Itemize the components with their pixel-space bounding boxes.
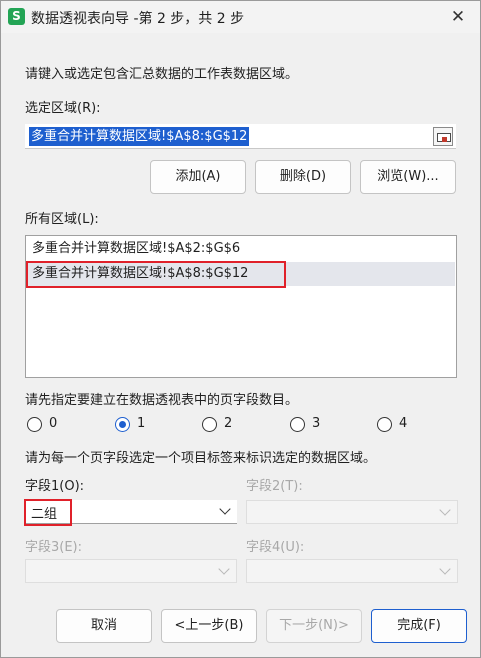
selected-region-label: 选定区域(R): xyxy=(25,101,101,116)
chevron-down-icon[interactable] xyxy=(219,503,231,515)
page-field-radio-4[interactable] xyxy=(377,417,392,432)
close-icon[interactable]: ✕ xyxy=(436,1,480,33)
page-field-radio-4-label: 4 xyxy=(399,416,408,431)
field3-label: 字段3(E): xyxy=(25,540,83,555)
page-field-radio-2[interactable] xyxy=(202,417,217,432)
finish-button[interactable]: 完成(F) xyxy=(371,609,467,643)
page-field-radio-0[interactable] xyxy=(27,417,42,432)
instruction-select-range: 请键入或选定包含汇总数据的工作表数据区域。 xyxy=(25,67,299,82)
add-button[interactable]: 添加(A) xyxy=(150,160,246,194)
highlight-box xyxy=(24,499,72,526)
browse-button[interactable]: 浏览(W)... xyxy=(360,160,456,194)
field3-combo xyxy=(25,559,237,583)
field4-combo xyxy=(246,559,458,583)
prev-step-button[interactable]: <上一步(B) xyxy=(161,609,257,643)
all-regions-label: 所有区域(L): xyxy=(25,212,99,227)
list-item[interactable]: 多重合并计算数据区域!$A$2:$G$6 xyxy=(27,237,455,261)
chevron-down-icon xyxy=(439,563,451,575)
collapse-dialog-icon[interactable] xyxy=(433,127,453,146)
window-title: 数据透视表向导 -第 2 步，共 2 步 xyxy=(31,11,245,27)
page-field-radio-2-label: 2 xyxy=(224,416,233,431)
highlight-box xyxy=(26,261,286,288)
delete-button[interactable]: 删除(D) xyxy=(255,160,351,194)
field2-combo xyxy=(246,500,458,524)
instruction-field-labels: 请为每一个页字段选定一个项目标签来标识选定的数据区域。 xyxy=(25,451,377,466)
next-step-button: 下一步(N)> xyxy=(266,609,362,643)
page-field-radio-1[interactable] xyxy=(115,417,130,432)
page-field-radio-0-label: 0 xyxy=(49,416,58,431)
cancel-button[interactable]: 取消 xyxy=(56,609,152,643)
all-regions-list[interactable]: 多重合并计算数据区域!$A$2:$G$6 多重合并计算数据区域!$A$8:$G$… xyxy=(25,235,457,378)
field4-label: 字段4(U): xyxy=(246,540,305,555)
page-field-radio-3[interactable] xyxy=(290,417,305,432)
field2-label: 字段2(T): xyxy=(246,479,303,494)
chevron-down-icon xyxy=(218,563,230,575)
pivot-wizard-dialog: S 数据透视表向导 -第 2 步，共 2 步 ✕ 请键入或选定包含汇总数据的工作… xyxy=(0,0,481,658)
selected-region-input[interactable]: 多重合并计算数据区域!$A$8:$G$12 xyxy=(25,124,456,149)
app-icon: S xyxy=(8,8,25,25)
page-field-radio-3-label: 3 xyxy=(312,416,321,431)
page-field-radio-1-label: 1 xyxy=(137,416,146,431)
title-bar[interactable]: S 数据透视表向导 -第 2 步，共 2 步 ✕ xyxy=(1,1,480,33)
instruction-page-fields: 请先指定要建立在数据透视表中的页字段数目。 xyxy=(25,393,299,408)
field1-label: 字段1(O): xyxy=(25,479,85,494)
selected-region-value: 多重合并计算数据区域!$A$8:$G$12 xyxy=(29,127,250,146)
chevron-down-icon xyxy=(439,504,451,516)
